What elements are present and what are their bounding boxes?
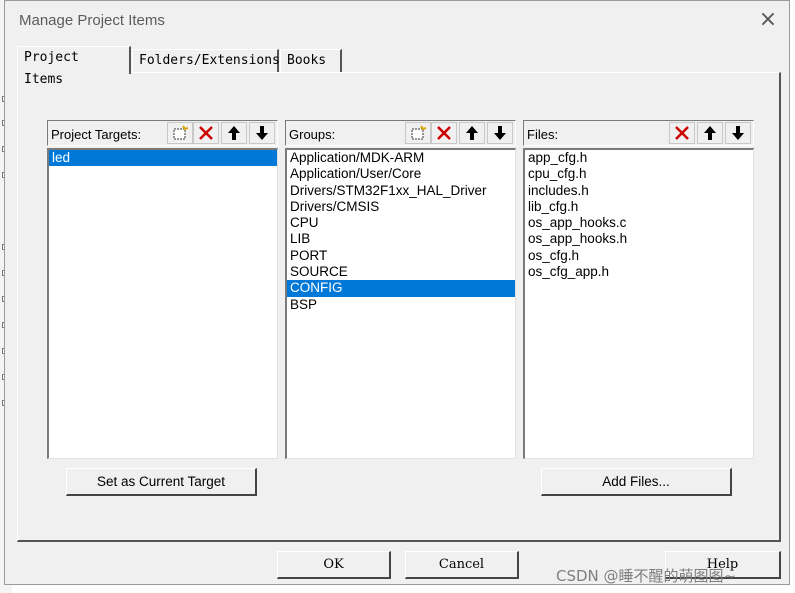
list-item[interactable]: os_app_hooks.c	[525, 215, 753, 231]
close-icon[interactable]: ×	[757, 9, 779, 31]
delete-group-button[interactable]	[431, 122, 457, 144]
tab-books[interactable]: Books	[280, 49, 342, 73]
targets-listbox[interactable]: led	[47, 148, 278, 459]
list-item[interactable]: CPU	[287, 215, 515, 231]
groups-label: Groups:	[289, 127, 336, 142]
add-files-button[interactable]: Add Files...	[541, 468, 732, 496]
files-header: Files:	[523, 120, 754, 146]
list-item[interactable]: LIB	[287, 231, 515, 247]
watermark-text: CSDN @睡不醒的萌图图~	[556, 567, 737, 585]
files-label: Files:	[527, 127, 559, 142]
move-target-down-button[interactable]	[249, 122, 275, 144]
tab-folders-extensions[interactable]: Folders/Extensions	[132, 49, 280, 73]
list-item[interactable]: includes.h	[525, 183, 753, 199]
list-item[interactable]: app_cfg.h	[525, 150, 753, 166]
tab-project-items[interactable]: Project Items	[17, 46, 131, 87]
list-item[interactable]: CONFIG	[287, 280, 515, 297]
list-item[interactable]: lib_cfg.h	[525, 199, 753, 215]
delete-target-button[interactable]	[193, 122, 219, 144]
move-target-up-button[interactable]	[221, 122, 247, 144]
move-group-up-button[interactable]	[459, 122, 485, 144]
list-item[interactable]: SOURCE	[287, 264, 515, 280]
list-item[interactable]: Application/MDK-ARM	[287, 150, 515, 166]
new-icon	[173, 125, 188, 140]
targets-label: Project Targets:	[51, 127, 142, 142]
list-item[interactable]: os_cfg_app.h	[525, 264, 753, 280]
move-down-icon	[494, 126, 506, 140]
list-item[interactable]: os_app_hooks.h	[525, 231, 753, 247]
move-up-icon	[704, 126, 716, 140]
move-file-up-button[interactable]	[697, 122, 723, 144]
list-item[interactable]: BSP	[287, 297, 515, 313]
new-icon	[411, 125, 426, 140]
groups-listbox[interactable]: Application/MDK-ARM Application/User/Cor…	[285, 148, 516, 459]
cancel-button[interactable]: Cancel	[405, 551, 519, 579]
list-item[interactable]: Drivers/CMSIS	[287, 199, 515, 215]
move-down-icon	[732, 126, 744, 140]
list-item[interactable]: os_cfg.h	[525, 248, 753, 264]
list-item[interactable]: PORT	[287, 248, 515, 264]
delete-icon	[437, 126, 451, 140]
move-file-down-button[interactable]	[725, 122, 751, 144]
new-group-button[interactable]	[405, 122, 431, 144]
project-items-panel: Project Targets: led Groups: Application…	[17, 72, 781, 542]
delete-file-button[interactable]	[669, 122, 695, 144]
delete-icon	[675, 126, 689, 140]
delete-icon	[199, 126, 213, 140]
dialog-title: Manage Project Items	[19, 12, 165, 29]
list-item[interactable]: cpu_cfg.h	[525, 166, 753, 182]
list-item[interactable]: led	[49, 150, 277, 167]
move-up-icon	[466, 126, 478, 140]
targets-header: Project Targets:	[47, 120, 278, 146]
groups-header: Groups:	[285, 120, 516, 146]
move-group-down-button[interactable]	[487, 122, 513, 144]
files-listbox[interactable]: app_cfg.h cpu_cfg.h includes.h lib_cfg.h…	[523, 148, 754, 459]
manage-project-items-dialog: Manage Project Items × Project Items Fol…	[4, 0, 790, 585]
list-item[interactable]: Drivers/STM32F1xx_HAL_Driver	[287, 183, 515, 199]
ok-button[interactable]: OK	[277, 551, 391, 579]
title-bar: Manage Project Items ×	[5, 1, 789, 39]
move-down-icon	[256, 126, 268, 140]
move-up-icon	[228, 126, 240, 140]
list-item[interactable]: Application/User/Core	[287, 166, 515, 182]
set-current-target-button[interactable]: Set as Current Target	[66, 468, 257, 496]
new-target-button[interactable]	[167, 122, 193, 144]
